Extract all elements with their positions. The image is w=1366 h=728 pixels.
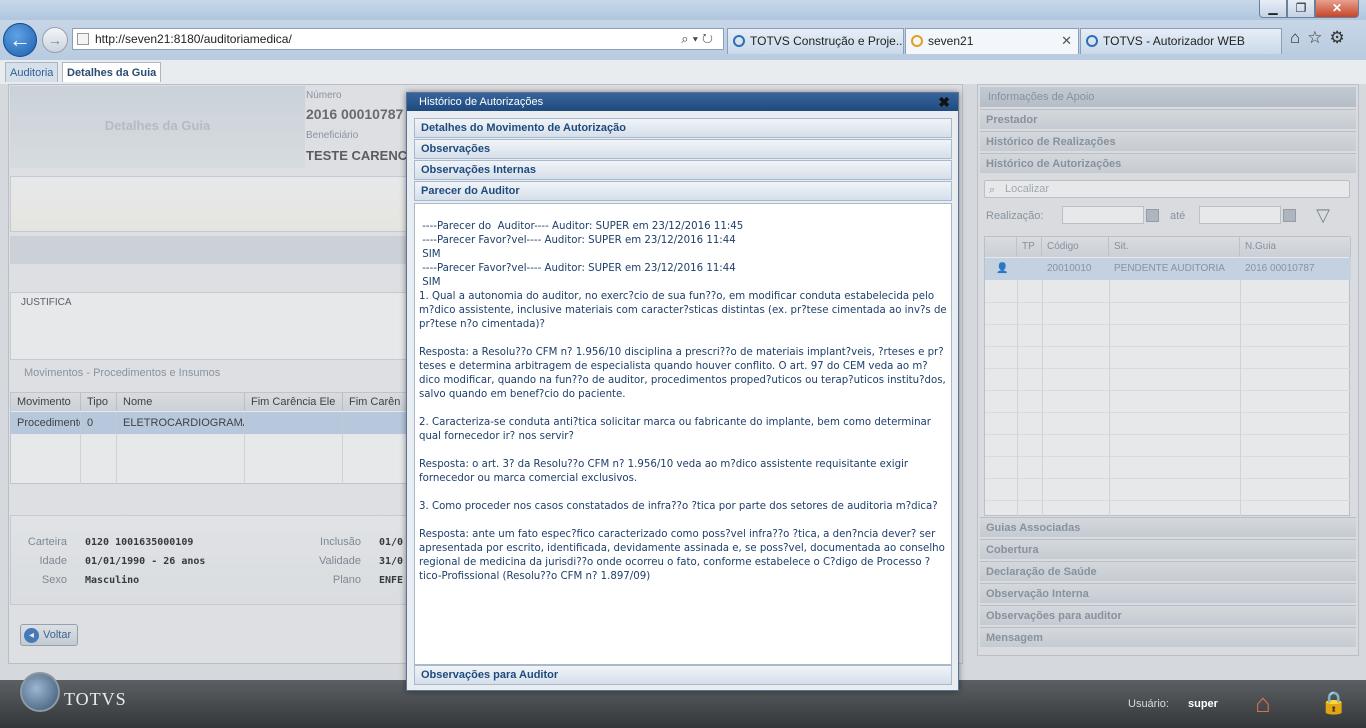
section-detalhes-movimento[interactable]: Detalhes do Movimento de Autorização [414, 118, 952, 138]
browser-tools: ⌂☆⚙ [1290, 28, 1352, 48]
close-tab-icon[interactable]: ✕ [1061, 29, 1072, 53]
address-actions: ⌕▾↻ [681, 31, 717, 47]
maximize-button[interactable]: ❐ [1287, 0, 1315, 18]
page-icon [77, 33, 89, 45]
arrow-right-icon: → [48, 32, 62, 48]
ie-icon [733, 35, 745, 47]
home-icon[interactable]: ⌂ [1246, 688, 1280, 720]
authorization-history-dialog: Histórico de Autorizações ✖ Detalhes do … [406, 92, 959, 691]
browser-tab-seven21[interactable]: seven21 ✕ [905, 28, 1079, 54]
ie-icon [1086, 35, 1098, 47]
address-text: http://seven21:8180/auditoriamedica/ [95, 32, 292, 46]
dialog-titlebar: Histórico de Autorizações ✖ [407, 93, 958, 111]
gear-icon[interactable]: ⚙ [1330, 28, 1352, 47]
browser-tab-autorizador[interactable]: TOTVS - Autorizador WEB [1080, 28, 1282, 54]
tab-label: seven21 [928, 34, 974, 48]
forward-button[interactable]: → [42, 27, 68, 53]
lock-icon[interactable]: 🔒 [1320, 688, 1347, 720]
tab-label: TOTVS - Autorizador WEB [1103, 34, 1245, 48]
dialog-title: Histórico de Autorizações [419, 96, 544, 108]
section-parecer-auditor[interactable]: Parecer do Auditor [414, 181, 952, 201]
minimize-button[interactable]: ▁ [1259, 0, 1287, 18]
section-observacoes-internas[interactable]: Observações Internas [414, 160, 952, 180]
usuario-value: super [1188, 698, 1218, 710]
section-observacoes-para-auditor[interactable]: Observações para Auditor [414, 665, 952, 685]
parecer-content[interactable]: ----Parecer do Auditor---- Auditor: SUPE… [414, 203, 952, 665]
tab-auditoria[interactable]: Auditoria [5, 62, 59, 82]
arrow-left-icon: ← [9, 27, 31, 52]
browser-tab-totvs-construcao[interactable]: TOTVS Construção e Proje... [727, 28, 904, 54]
section-observacoes[interactable]: Observações [414, 139, 952, 159]
tab-detalhes-guia[interactable]: Detalhes da Guia [62, 62, 162, 82]
brand-name: TOTVS [64, 689, 127, 709]
search-icon[interactable]: ⌕ [681, 31, 692, 46]
window-close-button[interactable]: ✕ [1315, 0, 1359, 18]
refresh-icon[interactable]: ↻ [702, 31, 717, 46]
back-button[interactable]: ← [3, 23, 37, 57]
address-bar[interactable]: http://seven21:8180/auditoriamedica/ ⌕▾↻ [72, 28, 724, 50]
close-icon[interactable]: ✖ [938, 93, 950, 111]
tab-label: TOTVS Construção e Proje... [750, 34, 904, 48]
window-titlebar [0, 0, 1366, 20]
parecer-text: ----Parecer do Auditor---- Auditor: SUPE… [419, 221, 947, 582]
dropdown-icon[interactable]: ▾ [693, 31, 702, 46]
star-icon[interactable]: ☆ [1307, 28, 1329, 47]
usuario-label: Usuário: [1128, 698, 1169, 710]
home-icon[interactable]: ⌂ [1290, 28, 1307, 47]
loading-icon [911, 35, 923, 47]
